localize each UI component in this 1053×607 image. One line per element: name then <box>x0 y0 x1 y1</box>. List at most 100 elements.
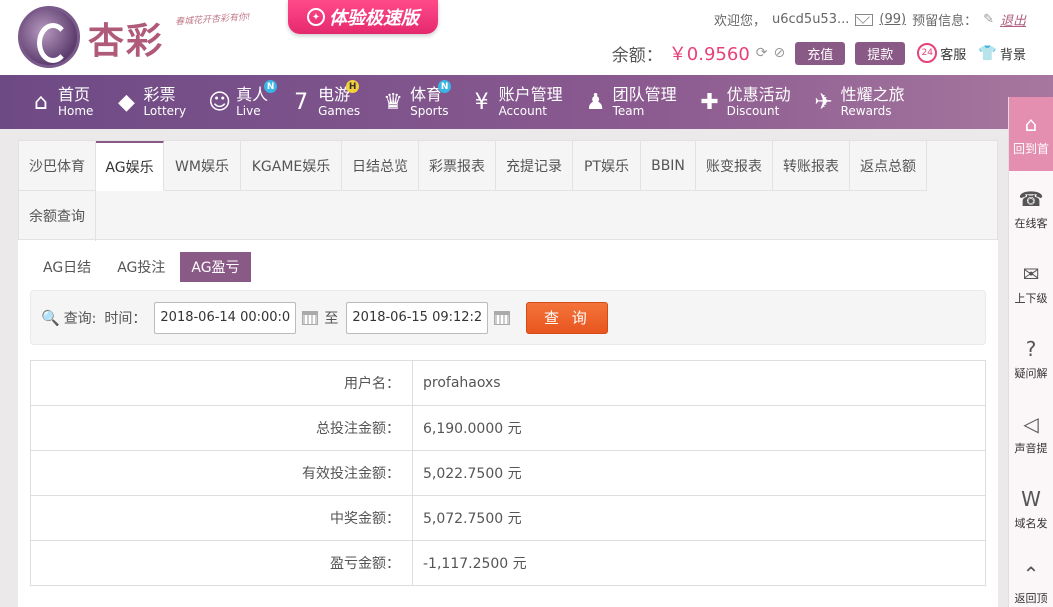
nav-item-account[interactable]: ¥ 账户管理 Account <box>471 85 563 119</box>
background-switch-link[interactable]: 👕 背景 <box>978 44 1026 63</box>
profit-loss-table: 用户名： profahaoxs 总投注金额： 6,190.0000 元有效投注金额： 5… <box>30 360 986 586</box>
tab-balance-query[interactable]: 余额查询 <box>19 191 96 241</box>
logout-link[interactable]: 退出 <box>1000 10 1026 29</box>
rewards-runner-icon: ✈ <box>814 89 833 115</box>
gift-icon: ✚ <box>700 89 719 115</box>
sidebar-item-label: 在线客 <box>1014 216 1048 230</box>
header: 杏彩 春城花开杏彩有你! ✦ 体验极速版 欢迎您， u6cd5u53... (99… <box>0 0 1053 75</box>
tab-6[interactable]: 充提记录 <box>496 141 573 191</box>
ag-subtabs: AG日结 AG投注 AG盈亏 <box>32 252 255 282</box>
back-home-label: 回到首 <box>1012 141 1049 156</box>
chat-bubble-icon: ✉ <box>1022 261 1040 286</box>
row-label: 盈亏金额： <box>30 540 413 586</box>
edit-icon[interactable]: ✎ <box>983 12 994 27</box>
nav-label-cn: 优惠活动 <box>726 85 791 104</box>
end-calendar-icon[interactable] <box>494 310 511 325</box>
tab-11[interactable]: 返点总额 <box>850 141 927 191</box>
nav-item-sports[interactable]: ♛ 体育 Sports N <box>382 80 452 118</box>
tab-3[interactable]: KGAME娱乐 <box>241 141 342 191</box>
sidebar-item-label: 上下级 <box>1014 291 1048 305</box>
right-float-sidebar: ⌂ 回到首 ☎ 在线客 ✉ 上下级 ? 疑问解 ◁ 声音提 W 域名发 ⌃ 返回顶 <box>1008 97 1053 607</box>
table-row: 用户名： profahaoxs <box>30 360 986 406</box>
promo-label: 体验极速版 <box>329 8 419 29</box>
nav-item-live[interactable]: ☺ 真人 Live N <box>208 80 278 118</box>
nav-label-en: Discount <box>726 104 780 118</box>
yen-coin-icon: ¥ <box>474 89 489 115</box>
tab-0[interactable]: 沙巴体育 <box>19 141 96 191</box>
user-info-bar: 欢迎您， u6cd5u53... (99) 预留信息： ✎ 退出 <box>714 10 1026 29</box>
nav-item-home[interactable]: ⌂ 首页 Home <box>30 86 93 119</box>
nav-label-en: Team <box>612 104 645 118</box>
sidebar-item-speaker[interactable]: ◁ 声音提 <box>1009 396 1053 471</box>
live-dealer-icon: ☺ <box>208 89 232 115</box>
shirt-icon: 👕 <box>978 44 997 62</box>
start-calendar-icon[interactable] <box>302 310 319 325</box>
nav-item-discount[interactable]: ✚ 优惠活动 Discount <box>699 85 791 119</box>
sidebar-item-label: 声音提 <box>1014 441 1048 455</box>
customer-service-link[interactable]: 24 客服 <box>917 43 966 63</box>
nav-label-cn: 彩票 <box>143 85 176 104</box>
tab-10[interactable]: 转账报表 <box>773 141 850 191</box>
home-icon: ⌂ <box>1024 111 1038 136</box>
subtab-2[interactable]: AG盈亏 <box>180 252 251 282</box>
tab-7[interactable]: PT娱乐 <box>573 141 641 191</box>
nav-item-games[interactable]: 7 电游 Games H <box>290 80 361 118</box>
www-icon: W <box>1021 486 1041 511</box>
nav-label-en: Games <box>318 104 361 118</box>
end-time-input[interactable] <box>346 301 489 334</box>
start-time-input[interactable] <box>154 301 297 334</box>
time-label: 时间： <box>104 310 147 327</box>
tab-5[interactable]: 彩票报表 <box>419 141 496 191</box>
tab-8[interactable]: BBIN <box>641 141 696 191</box>
balance-label: 余额： <box>611 45 663 66</box>
query-button[interactable]: 查 询 <box>526 301 609 334</box>
refresh-icon[interactable]: ⟳ <box>756 45 768 61</box>
logo-slogan: 春城花开杏彩有你! <box>174 12 251 28</box>
tab-4[interactable]: 日结总览 <box>342 141 419 191</box>
subtab-0[interactable]: AG日结 <box>32 252 102 282</box>
row-value: profahaoxs <box>412 360 986 406</box>
tab-2[interactable]: WM娱乐 <box>164 141 241 191</box>
slot-seven-icon: 7 <box>294 89 309 115</box>
sidebar-item-headset[interactable]: ☎ 在线客 <box>1009 171 1053 246</box>
sidebar-item-label: 返回顶 <box>1014 591 1048 605</box>
team-icon: ♟ <box>585 89 606 115</box>
table-row: 有效投注金额： 5,022.7500 元 <box>30 450 986 496</box>
nav-label-cn: 账户管理 <box>498 85 563 104</box>
sidebar-item-www[interactable]: W 域名发 <box>1009 471 1053 546</box>
hide-eye-icon[interactable]: ⊘ <box>774 45 786 61</box>
row-value: 5,072.7500 元 <box>412 495 986 541</box>
service-24-icon: 24 <box>917 43 938 63</box>
tab-9[interactable]: 账变报表 <box>696 141 773 191</box>
back-home-button[interactable]: ⌂ 回到首 <box>1009 97 1053 171</box>
row-label: 中奖金额： <box>30 495 413 541</box>
row-label: 用户名： <box>30 360 413 406</box>
query-label: 查询: <box>63 310 97 327</box>
logo-text[interactable]: 杏彩 <box>88 12 164 64</box>
express-version-button[interactable]: ✦ 体验极速版 <box>288 0 438 34</box>
nav-label-en: Account <box>498 104 548 118</box>
background-label: 背景 <box>999 47 1026 63</box>
row-label: 总投注金额： <box>30 405 413 451</box>
nav-item-rewards[interactable]: ✈ 性耀之旅 Rewards <box>813 85 905 119</box>
nav-label-cn: 团队管理 <box>612 85 677 104</box>
nav-label-cn: 性耀之旅 <box>840 85 905 104</box>
sidebar-item-chat-bubble[interactable]: ✉ 上下级 <box>1009 246 1053 321</box>
mail-count-link[interactable]: (99) <box>879 12 906 27</box>
logo-emblem-icon[interactable] <box>18 6 80 68</box>
recharge-button[interactable]: 充值 <box>795 41 846 65</box>
nav-label-en: Sports <box>410 104 449 118</box>
mail-icon[interactable] <box>855 13 874 26</box>
row-value: 5,022.7500 元 <box>412 450 986 496</box>
tab-1[interactable]: AG娱乐 <box>96 141 164 191</box>
table-row: 盈亏金额： -1,117.2500 元 <box>30 540 986 586</box>
sidebar-item-back-to-top[interactable]: ⌃ 返回顶 <box>1009 546 1053 607</box>
sidebar-item-question[interactable]: ? 疑问解 <box>1009 321 1053 396</box>
lottery-ticket-icon: ◆ <box>117 89 135 115</box>
nav-item-lottery[interactable]: ◆ 彩票 Lottery <box>115 85 186 119</box>
subtab-1[interactable]: AG投注 <box>106 252 176 282</box>
home-icon: ⌂ <box>34 89 48 115</box>
trophy-icon: ♛ <box>383 89 403 115</box>
nav-item-team[interactable]: ♟ 团队管理 Team <box>585 85 677 119</box>
withdraw-button[interactable]: 提款 <box>855 41 906 65</box>
